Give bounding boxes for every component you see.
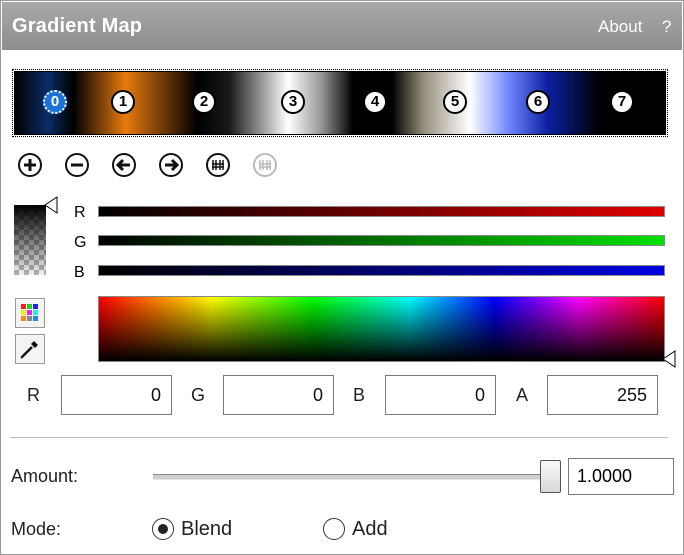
reverse-gradient-button[interactable] [205,152,231,178]
g-value-input[interactable]: 0 [223,375,334,415]
blue-channel-label: B [74,264,85,281]
add-radio-label[interactable]: Add [352,518,388,541]
add-stop-button[interactable] [17,152,43,178]
blue-channel-slider[interactable] [98,265,665,276]
gradient-stop[interactable]: 7 [610,90,634,114]
remove-stop-button[interactable] [64,152,90,178]
about-link[interactable]: About [598,17,642,37]
blend-radio[interactable] [152,518,174,540]
add-radio[interactable] [323,518,345,540]
green-channel-slider[interactable] [98,235,665,246]
amount-slider-track[interactable] [153,474,551,480]
distribute-stops-button[interactable] [252,152,278,178]
green-channel-label: G [74,234,87,251]
color-spectrum[interactable] [98,296,665,362]
title-bar: Gradient Map About ? [2,2,682,50]
amount-label: Amount: [11,466,79,486]
red-channel-slider[interactable] [98,206,665,217]
divider [10,437,668,438]
r-value-input[interactable]: 0 [61,375,172,415]
gradient-stop[interactable]: 1 [111,90,135,114]
gradient-stop[interactable]: 2 [192,90,216,114]
help-link[interactable]: ? [662,17,671,37]
blend-radio-label[interactable]: Blend [181,518,232,541]
color-swatch [14,205,46,275]
radio-selected-dot [158,524,168,534]
gradient-stop[interactable]: 0 [43,90,67,114]
gradient-stop[interactable]: 5 [443,90,467,114]
move-stop-left-button[interactable] [111,152,137,178]
amount-slider-thumb[interactable] [540,460,561,493]
gradient-stop[interactable]: 3 [281,90,305,114]
amount-input[interactable]: 1.0000 [568,458,674,495]
g-field-label: G [191,385,206,405]
eyedropper-button[interactable] [15,334,45,364]
a-field-label: A [516,385,529,405]
r-field-label: R [27,385,40,405]
panel-title: Gradient Map [12,15,143,37]
spectrum-marker-icon[interactable] [662,350,676,368]
eyedropper-icon [20,341,38,359]
mode-label: Mode: [11,519,62,539]
move-stop-right-button[interactable] [158,152,184,178]
color-palette-button[interactable] [15,298,45,328]
gradient-stop[interactable]: 4 [363,90,387,114]
b-value-input[interactable]: 0 [385,375,496,415]
a-value-input[interactable]: 255 [547,375,658,415]
red-channel-label: R [74,204,86,221]
palette-icon [21,304,38,321]
b-field-label: B [353,385,366,405]
swatch-alpha-marker-icon[interactable] [44,196,58,214]
gradient-stop[interactable]: 6 [526,90,550,114]
